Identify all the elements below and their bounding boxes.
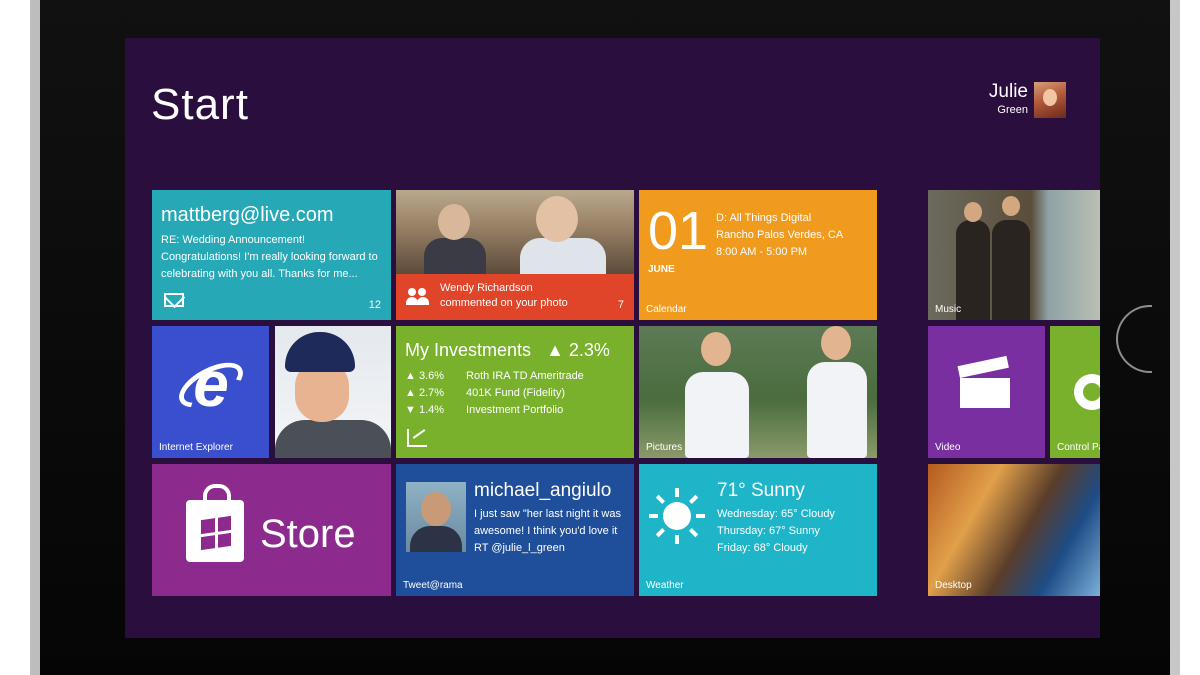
video-tile[interactable]: Video (928, 326, 1045, 458)
user-name-block: Julie Green (989, 82, 1028, 118)
people-notification-banner: Wendy Richardson commented on your photo… (396, 274, 634, 320)
people-notification-text: Wendy Richardson commented on your photo (440, 282, 568, 309)
store-tile[interactable]: Store (152, 464, 391, 596)
internet-explorer-label: Internet Explorer (159, 442, 233, 453)
mail-preview: Congratulations! I'm really looking forw… (161, 251, 378, 280)
weather-forecast: Wednesday: 65° Cloudy Thursday: 67° Sunn… (717, 506, 835, 557)
photo-person-1-body (424, 238, 486, 278)
investment-arrow: ▲ (405, 387, 416, 399)
weather-tile-label: Weather (646, 580, 684, 591)
calendar-month: JUNE (648, 264, 675, 275)
control-panel-tile[interactable]: Control Pa (1050, 326, 1100, 458)
mail-preview-block: RE: Wedding Announcement! Congratulation… (161, 232, 383, 283)
desktop-tile[interactable]: Desktop (928, 464, 1100, 596)
investments-title: My Investments (405, 340, 532, 360)
store-label: Store (260, 512, 356, 556)
investment-pct: 2.7% (418, 387, 445, 399)
investment-row: ▼ 1.4% Investment Portfolio (405, 402, 584, 419)
video-tile-label: Video (935, 442, 961, 453)
investment-pct: 1.4% (418, 404, 445, 416)
calendar-tile-label: Calendar (646, 304, 687, 315)
pictures-kid-1 (685, 372, 749, 458)
mail-subject: RE: Wedding Announcement! (161, 234, 306, 246)
calendar-event-location: Rancho Palos Verdes, CA (716, 229, 844, 241)
photo-person-2-body (520, 238, 606, 278)
music-tile-label: Music (935, 304, 962, 315)
photo-helmet (285, 332, 355, 372)
investment-label: Investment Portfolio (466, 404, 564, 416)
gear-icon (1074, 374, 1100, 410)
music-artist-2 (992, 220, 1030, 320)
pictures-kid-2-head (821, 326, 851, 360)
forecast-day: Thursday: 67° Sunny (717, 525, 820, 537)
pictures-kid-1-head (701, 332, 731, 366)
user-account[interactable]: Julie Green (989, 82, 1066, 118)
shopping-bag-icon (186, 484, 244, 562)
pictures-tile-label: Pictures (646, 442, 683, 453)
internet-explorer-tile[interactable]: e Internet Explorer (152, 326, 269, 458)
weather-temperature: 71° Sunny (717, 480, 805, 501)
investment-pct: 3.6% (418, 370, 445, 382)
investment-arrow: ▲ (405, 370, 416, 382)
photo-coat (275, 420, 391, 458)
pictures-kid-2 (807, 362, 867, 458)
control-panel-label: Control Pa (1057, 442, 1100, 453)
mail-address: mattberg@live.com (161, 204, 334, 226)
desktop-tile-label: Desktop (935, 580, 972, 591)
user-last-name: Green (997, 104, 1028, 116)
investment-label: Roth IRA TD Ameritrade (466, 370, 584, 382)
calendar-tile[interactable]: 01 JUNE D: All Things Digital Rancho Pal… (639, 190, 877, 320)
calendar-event-time: 8:00 AM - 5:00 PM (716, 246, 808, 258)
chart-icon (407, 429, 427, 447)
mail-tile[interactable]: mattberg@live.com RE: Wedding Announceme… (152, 190, 391, 320)
forecast-day: Wednesday: 65° Cloudy (717, 508, 835, 520)
photo-person-2-head (536, 196, 578, 242)
pictures-tile[interactable]: Pictures (639, 326, 877, 458)
tweetrama-label: Tweet@rama (403, 580, 463, 591)
tweetrama-tile[interactable]: michael_angiulo I just saw "her last nig… (396, 464, 634, 596)
weather-tile[interactable]: 71° Sunny Wednesday: 65° Cloudy Thursday… (639, 464, 877, 596)
tweet-avatar (406, 482, 466, 552)
music-tile[interactable]: Music (928, 190, 1100, 320)
investments-list: ▲ 3.6% Roth IRA TD Ameritrade ▲ 2.7% 401… (405, 368, 584, 419)
calendar-event: D: All Things Digital Rancho Palos Verde… (716, 210, 843, 261)
people-count-badge: 7 (617, 299, 624, 311)
start-screen: Start Julie Green mattberg@live.com RE: … (125, 38, 1100, 638)
people-icon (406, 288, 430, 306)
people-tile[interactable]: Wendy Richardson commented on your photo… (396, 190, 634, 320)
photo-person-1-head (438, 204, 470, 240)
tweet-message: I just saw "her last night it was awesom… (474, 508, 621, 554)
investment-row: ▲ 2.7% 401K Fund (Fidelity) (405, 385, 584, 402)
photo-tile[interactable] (275, 326, 391, 458)
clapperboard-icon (957, 355, 1010, 408)
investments-change: ▲ 2.3% (546, 340, 610, 360)
mail-icon (164, 293, 184, 307)
calendar-day: 01 (648, 201, 709, 261)
calendar-event-title: D: All Things Digital (716, 212, 812, 224)
investment-label: 401K Fund (Fidelity) (466, 387, 566, 399)
user-first-name: Julie (988, 81, 1028, 102)
music-artist-1-head (964, 202, 982, 222)
music-artist-2-head (1002, 196, 1020, 216)
investment-arrow: ▼ (405, 404, 416, 416)
investment-row: ▲ 3.6% Roth IRA TD Ameritrade (405, 368, 584, 385)
investments-header: My Investments ▲ 2.3% (405, 340, 610, 361)
people-photo (396, 190, 634, 278)
avatar (1034, 82, 1066, 118)
tweet-handle: michael_angiulo (474, 480, 612, 501)
forecast-day: Friday: 68° Cloudy (717, 542, 808, 554)
internet-explorer-icon: e (172, 348, 250, 420)
page-title: Start (151, 80, 249, 129)
mail-count-badge: 12 (368, 299, 381, 311)
investments-tile[interactable]: My Investments ▲ 2.3% ▲ 3.6% Roth IRA TD… (396, 326, 634, 458)
